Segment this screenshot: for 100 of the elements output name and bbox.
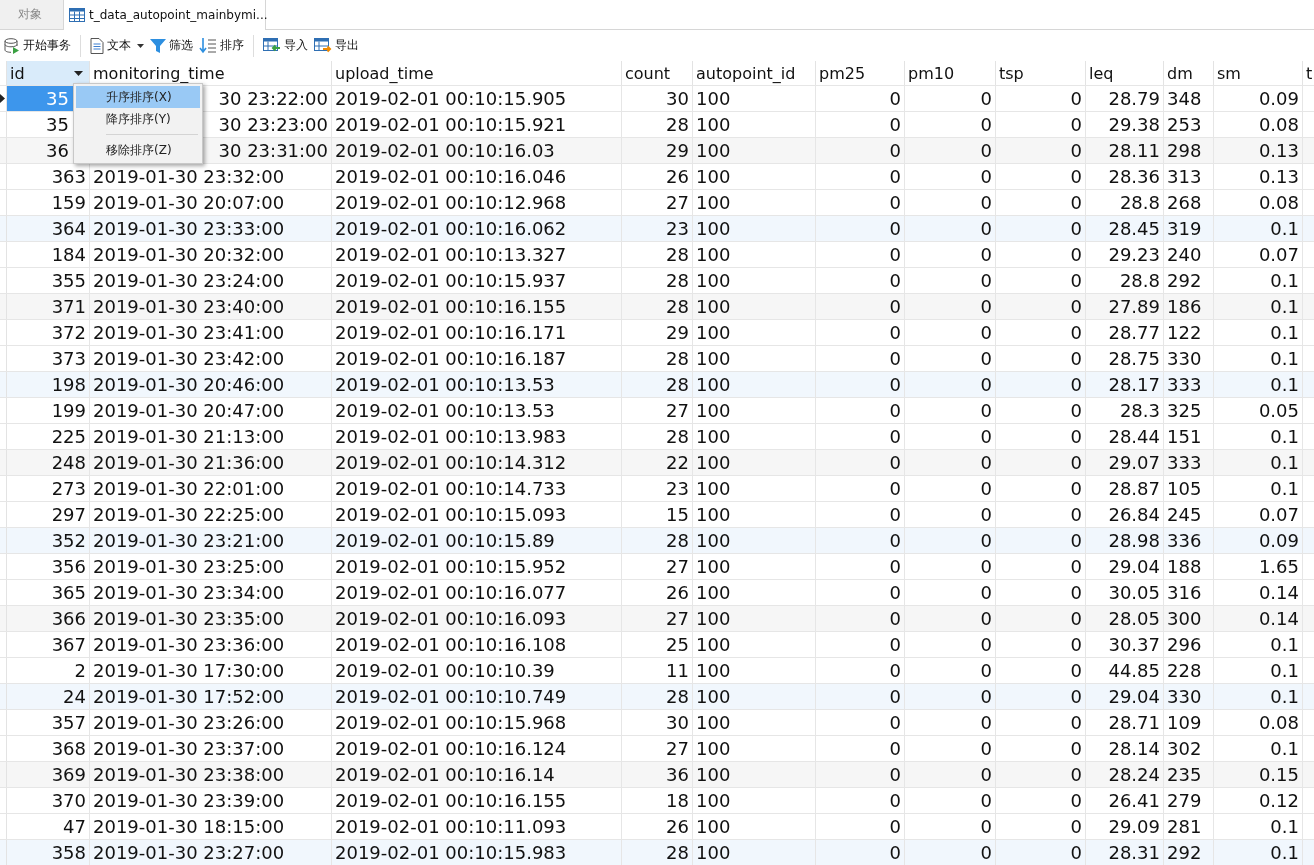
- table-row[interactable]: 367 2019-01-30 23:36:00 2019-02-01 00:10:16.108 25 100 0 0 0 30.37 296 0.1: [0, 632, 1314, 658]
- table-cell: 2019-02-01 00:10:16.077: [332, 580, 622, 605]
- table-cell: 2019-01-30 23:24:00: [90, 268, 332, 293]
- table-cell: 30.37: [1086, 632, 1164, 657]
- table-cell: 2019-02-01 00:10:16.155: [332, 788, 622, 813]
- table-cell: 2019-01-30 22:25:00: [90, 502, 332, 527]
- table-cell: 0: [816, 476, 905, 501]
- table-cell: 0: [905, 788, 996, 813]
- table-row[interactable]: 356 2019-01-30 23:25:00 2019-02-01 00:10:15.952 27 100 0 0 0 29.04 188 1.65: [0, 554, 1314, 580]
- table-cell: 2019-01-30 23:39:00: [90, 788, 332, 813]
- table-cell: 2019-02-01 00:10:15.89: [332, 528, 622, 553]
- table-row[interactable]: 184 2019-01-30 20:32:00 2019-02-01 00:10:13.327 28 100 0 0 0 29.23 240 0.07: [0, 242, 1314, 268]
- table-cell: 0: [996, 632, 1086, 657]
- table-row[interactable]: 357 2019-01-30 23:26:00 2019-02-01 00:10:15.968 30 100 0 0 0 28.71 109 0.08: [0, 710, 1314, 736]
- table-cell: 0: [905, 476, 996, 501]
- table-cell: 2019-01-30 22:01:00: [90, 476, 332, 501]
- table-cell: 2019-01-30 20:46:00: [90, 372, 332, 397]
- table-cell: 2019-01-30 20:07:00: [90, 190, 332, 215]
- table-cell: 100: [693, 580, 816, 605]
- table-row[interactable]: 370 2019-01-30 23:39:00 2019-02-01 00:10:16.155 18 100 0 0 0 26.41 279 0.12: [0, 788, 1314, 814]
- table-row[interactable]: 352 2019-01-30 23:21:00 2019-02-01 00:10:15.89 28 100 0 0 0 28.98 336 0.09: [0, 528, 1314, 554]
- table-cell: 23: [622, 476, 693, 501]
- table-cell: 369: [7, 762, 90, 787]
- column-header[interactable]: sm: [1214, 61, 1303, 85]
- table-cell: 2019-02-01 00:10:10.749: [332, 684, 622, 709]
- toolbar-button[interactable]: 文本: [87, 35, 147, 56]
- table-row[interactable]: 372 2019-01-30 23:41:00 2019-02-01 00:10:16.171 29 100 0 0 0 28.77 122 0.1: [0, 320, 1314, 346]
- column-header[interactable]: dm: [1164, 61, 1214, 85]
- toolbar-button[interactable]: 开始事务: [1, 35, 74, 56]
- table-row[interactable]: 248 2019-01-30 21:36:00 2019-02-01 00:10:14.312 22 100 0 0 0 29.07 333 0.1: [0, 450, 1314, 476]
- table-row[interactable]: 364 2019-01-30 23:33:00 2019-02-01 00:10:16.062 23 100 0 0 0 28.45 319 0.1: [0, 216, 1314, 242]
- column-header[interactable]: autopoint_id: [693, 61, 816, 85]
- table-cell: 0.1: [1214, 424, 1303, 449]
- column-header[interactable]: t: [1303, 61, 1314, 85]
- table-cell: 0: [905, 762, 996, 787]
- table-cell: 0: [905, 112, 996, 137]
- table-cell: 28: [622, 684, 693, 709]
- table-row[interactable]: 358 2019-01-30 23:27:00 2019-02-01 00:10:15.983 28 100 0 0 0 28.31 292 0.1: [0, 840, 1314, 865]
- table-cell: 0: [816, 502, 905, 527]
- table-cell: 370: [7, 788, 90, 813]
- table-cell: 199: [7, 398, 90, 423]
- table-row[interactable]: 198 2019-01-30 20:46:00 2019-02-01 00:10:13.53 28 100 0 0 0 28.17 333 0.1: [0, 372, 1314, 398]
- toolbar-button[interactable]: 排序: [196, 35, 247, 56]
- table-row[interactable]: 363 2019-01-30 23:32:00 2019-02-01 00:10:16.046 26 100 0 0 0 28.36 313 0.13: [0, 164, 1314, 190]
- toolbar-button[interactable]: 筛选: [147, 35, 196, 56]
- table-cell: 2019-02-01 00:10:14.733: [332, 476, 622, 501]
- table-cell: 302: [1164, 736, 1214, 761]
- table-cell: 100: [693, 736, 816, 761]
- table-cell: 356: [7, 554, 90, 579]
- table-row[interactable]: 366 2019-01-30 23:35:00 2019-02-01 00:10:16.093 27 100 0 0 0 28.05 300 0.14: [0, 606, 1314, 632]
- tab[interactable]: t_data_autopoint_mainbymi...: [64, 0, 266, 30]
- table-cell: 100: [693, 788, 816, 813]
- table-cell: 0.08: [1214, 710, 1303, 735]
- toolbar-button[interactable]: 导出: [311, 35, 362, 56]
- table-cell: 0: [905, 294, 996, 319]
- table-cell: 28: [622, 424, 693, 449]
- table-cell: 2019-02-01 00:10:16.046: [332, 164, 622, 189]
- table-cell: 29.23: [1086, 242, 1164, 267]
- table-row[interactable]: 371 2019-01-30 23:40:00 2019-02-01 00:10:16.155 28 100 0 0 0 27.89 186 0.1: [0, 294, 1314, 320]
- table-cell: 2019-02-01 00:10:13.53: [332, 372, 622, 397]
- table-row[interactable]: 273 2019-01-30 22:01:00 2019-02-01 00:10:14.733 23 100 0 0 0 28.87 105 0.1: [0, 476, 1314, 502]
- table-cell: 0: [905, 502, 996, 527]
- column-header[interactable]: tsp: [996, 61, 1086, 85]
- table-cell: 2019-02-01 00:10:10.39: [332, 658, 622, 683]
- table-cell: 0: [905, 164, 996, 189]
- table-cell: 0: [816, 684, 905, 709]
- table-cell: 28.77: [1086, 320, 1164, 345]
- table-cell: 100: [693, 658, 816, 683]
- table-cell: 0: [816, 606, 905, 631]
- table-cell: 2: [7, 658, 90, 683]
- table-cell: 2019-01-30 23:26:00: [90, 710, 332, 735]
- table-cell: 2019-02-01 00:10:16.03: [332, 138, 622, 163]
- table-row[interactable]: 24 2019-01-30 17:52:00 2019-02-01 00:10:10.749 28 100 0 0 0 29.04 330 0.1: [0, 684, 1314, 710]
- table-cell: 2019-01-30 23:35:00: [90, 606, 332, 631]
- table-cell: 22: [622, 450, 693, 475]
- column-header[interactable]: upload_time: [332, 61, 622, 85]
- column-header[interactable]: pm25: [816, 61, 905, 85]
- table-cell: 0.1: [1214, 450, 1303, 475]
- table-cell: 2019-01-30 20:47:00: [90, 398, 332, 423]
- table-cell: 2019-01-30 23:25:00: [90, 554, 332, 579]
- table-cell: 28.14: [1086, 736, 1164, 761]
- table-cell: 0.09: [1214, 528, 1303, 553]
- column-header[interactable]: id: [7, 61, 90, 85]
- column-header[interactable]: count: [622, 61, 693, 85]
- menu-item[interactable]: 升序排序(X): [76, 86, 200, 108]
- table-row[interactable]: 199 2019-01-30 20:47:00 2019-02-01 00:10:13.53 27 100 0 0 0 28.3 325 0.05: [0, 398, 1314, 424]
- table-cell: 2019-02-01 00:10:15.983: [332, 840, 622, 865]
- table-cell: 0: [996, 346, 1086, 371]
- table-cell: 26: [622, 580, 693, 605]
- table-cell: 300: [1164, 606, 1214, 631]
- table-cell: 355: [7, 268, 90, 293]
- table-row[interactable]: 369 2019-01-30 23:38:00 2019-02-01 00:10:16.14 36 100 0 0 0 28.24 235 0.15: [0, 762, 1314, 788]
- table-cell: 2019-01-30 23:41:00: [90, 320, 332, 345]
- column-header[interactable]: leq: [1086, 61, 1164, 85]
- table-cell: 0.1: [1214, 216, 1303, 241]
- column-header[interactable]: pm10: [905, 61, 996, 85]
- toolbar-button[interactable]: 导入: [260, 35, 311, 56]
- table-cell: 0: [905, 554, 996, 579]
- table-cell: 0: [816, 814, 905, 839]
- table-cell: 240: [1164, 242, 1214, 267]
